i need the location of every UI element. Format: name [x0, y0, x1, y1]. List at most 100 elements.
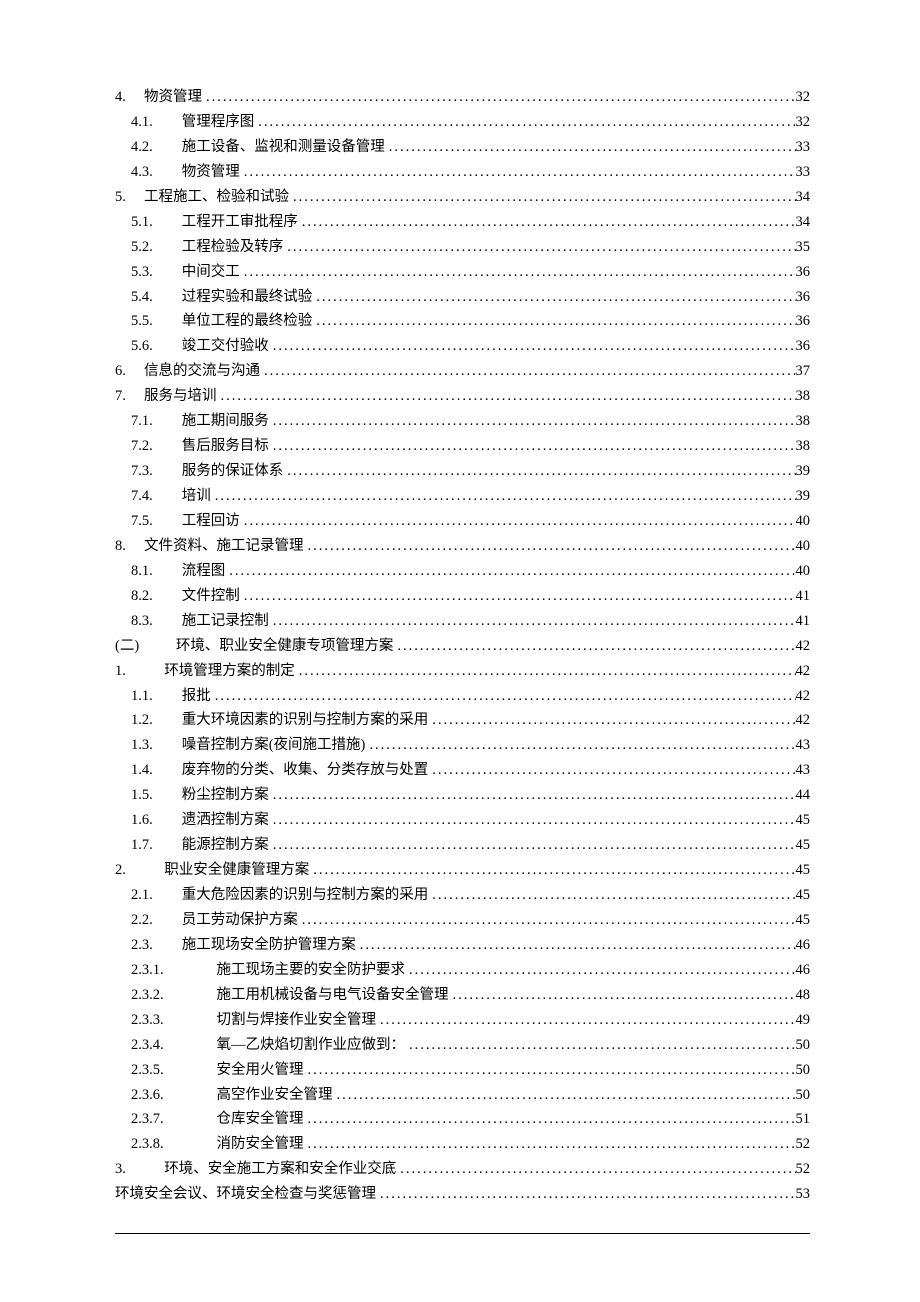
- toc-label: 2.3.7.仓库安全管理: [131, 1107, 304, 1132]
- toc-title: 环境、职业安全健康专项管理方案: [176, 638, 394, 654]
- toc-title: 文件控制: [182, 588, 240, 604]
- toc-page-number: 46: [796, 933, 811, 958]
- toc-number: 2.1.: [131, 883, 177, 908]
- toc-leader-dots: [304, 1107, 796, 1132]
- toc-leader-dots: [365, 733, 795, 758]
- toc-title: 遗洒控制方案: [182, 812, 269, 828]
- toc-title: 施工用机械设备与电气设备安全管理: [217, 987, 449, 1003]
- toc-entry: 5.工程施工、检验和试验34: [115, 185, 810, 210]
- toc-leader-dots: [309, 858, 795, 883]
- toc-label: 7.3.服务的保证体系: [131, 459, 283, 484]
- toc-entry: 1.1.报批42: [115, 684, 810, 709]
- toc-page-number: 46: [796, 958, 811, 983]
- toc-leader-dots: [260, 359, 796, 384]
- toc-label: 7.服务与培训: [115, 384, 217, 409]
- toc-entry: 1.2.重大环境因素的识别与控制方案的采用42: [115, 708, 810, 733]
- toc-label: 1.3.噪音控制方案(夜间施工措施): [131, 733, 365, 758]
- toc-number: 7.: [115, 384, 144, 409]
- toc-label: 2.1. 重大危险因素的识别与控制方案的采用: [131, 883, 428, 908]
- toc-page-number: 39: [796, 459, 811, 484]
- toc-title: 环境、安全施工方案和安全作业交底: [164, 1161, 396, 1177]
- toc-leader-dots: [269, 808, 796, 833]
- toc-entry: 6.信息的交流与沟通37: [115, 359, 810, 384]
- toc-label: 1.环境管理方案的制定: [115, 659, 295, 684]
- toc-number: 5.6.: [131, 334, 177, 359]
- toc-title: 管理程序图: [182, 114, 255, 130]
- toc-entry: 2.3.1.施工现场主要的安全防护要求46: [115, 958, 810, 983]
- toc-label: 8.1.流程图: [131, 559, 225, 584]
- toc-entry: 8.2.文件控制41: [115, 584, 810, 609]
- toc-page-number: 38: [796, 409, 811, 434]
- toc-entry: 7.服务与培训 38: [115, 384, 810, 409]
- toc-number: 8.3.: [131, 609, 177, 634]
- toc-entry: 5.5.单位工程的最终检验36: [115, 309, 810, 334]
- toc-title: 重大危险因素的识别与控制方案的采用: [182, 887, 429, 903]
- toc-page-number: 52: [796, 1132, 811, 1157]
- toc-leader-dots: [240, 160, 796, 185]
- toc-page-number: 45: [796, 858, 811, 883]
- toc-entry: 7.4.培训39: [115, 484, 810, 509]
- toc-entry: 1.环境管理方案的制定42: [115, 659, 810, 684]
- toc-leader-dots: [396, 1157, 795, 1182]
- toc-title: 消防安全管理: [217, 1136, 304, 1152]
- toc-leader-dots: [283, 459, 795, 484]
- toc-title: 切割与焊接作业安全管理: [217, 1012, 377, 1028]
- toc-title: 施工记录控制: [182, 613, 269, 629]
- toc-entry: 7.5.工程回访40: [115, 509, 810, 534]
- toc-label: 5.2.工程检验及转序: [131, 235, 283, 260]
- toc-leader-dots: [202, 85, 796, 110]
- toc-page-number: 44: [796, 783, 811, 808]
- toc-page-number: 38: [796, 384, 811, 409]
- toc-number: 8.1.: [131, 559, 177, 584]
- toc-leader-dots: [269, 334, 796, 359]
- toc-label: 8.文件资料、施工记录管理: [115, 534, 304, 559]
- toc-title: 中间交工: [182, 264, 240, 280]
- toc-entry: 8.1.流程图40: [115, 559, 810, 584]
- toc-number: 1.6.: [131, 808, 177, 833]
- toc-leader-dots: [449, 983, 796, 1008]
- toc-label: 2.职业安全健康管理方案: [115, 858, 309, 883]
- toc-label: 5.1.工程开工审批程序: [131, 210, 298, 235]
- toc-title: 仓库安全管理: [217, 1111, 304, 1127]
- toc-label: 5.3.中间交工: [131, 260, 240, 285]
- toc-title: 过程实验和最终试验: [182, 289, 313, 305]
- toc-title: 施工现场安全防护管理方案: [182, 937, 356, 953]
- toc-page-number: 37: [796, 359, 811, 384]
- toc-number: 2.3.2.: [131, 983, 212, 1008]
- toc-label: 2.3.施工现场安全防护管理方案: [131, 933, 356, 958]
- toc-label: 8.3. 施工记录控制: [131, 609, 269, 634]
- toc-number: 8.2.: [131, 584, 177, 609]
- toc-title: 氧—乙炔焰切割作业应做到：: [217, 1037, 406, 1053]
- toc-number: 5.2.: [131, 235, 177, 260]
- toc-number: 4.1.: [131, 110, 177, 135]
- page-footer-rule: [115, 1233, 810, 1234]
- toc-leader-dots: [225, 559, 795, 584]
- toc-leader-dots: [304, 1058, 796, 1083]
- toc-leader-dots: [217, 384, 796, 409]
- toc-number: 4.3.: [131, 160, 177, 185]
- toc-leader-dots: [428, 883, 795, 908]
- toc-number: 7.3.: [131, 459, 177, 484]
- toc-entry: 2.职业安全健康管理方案 45: [115, 858, 810, 883]
- toc-label: 1.2.重大环境因素的识别与控制方案的采用: [131, 708, 428, 733]
- toc-title: 重大环境因素的识别与控制方案的采用: [182, 712, 429, 728]
- toc-label: 1.7.能源控制方案: [131, 833, 269, 858]
- toc-label: 环境安全会议、环境安全检查与奖惩管理: [115, 1182, 376, 1207]
- toc-label: 4.3.物资管理: [131, 160, 240, 185]
- toc-entry: 4.物资管理32: [115, 85, 810, 110]
- toc-leader-dots: [428, 708, 795, 733]
- toc-label: 4.2.施工设备、监视和测量设备管理: [131, 135, 385, 160]
- toc-title: 文件资料、施工记录管理: [144, 538, 304, 554]
- toc-page-number: 33: [796, 160, 811, 185]
- toc-page-number: 51: [796, 1107, 811, 1132]
- toc-number: 3.: [115, 1157, 164, 1182]
- toc-label: 5.4.过程实验和最终试验: [131, 285, 312, 310]
- toc-number: 2.3.8.: [131, 1132, 212, 1157]
- toc-leader-dots: [428, 758, 795, 783]
- toc-number: 4.: [115, 85, 144, 110]
- toc-number: 1.1.: [131, 684, 177, 709]
- toc-title: 工程回访: [182, 513, 240, 529]
- toc-page-number: 50: [796, 1033, 811, 1058]
- toc-label: 8.2. 文件控制: [131, 584, 240, 609]
- toc-page-number: 42: [796, 634, 811, 659]
